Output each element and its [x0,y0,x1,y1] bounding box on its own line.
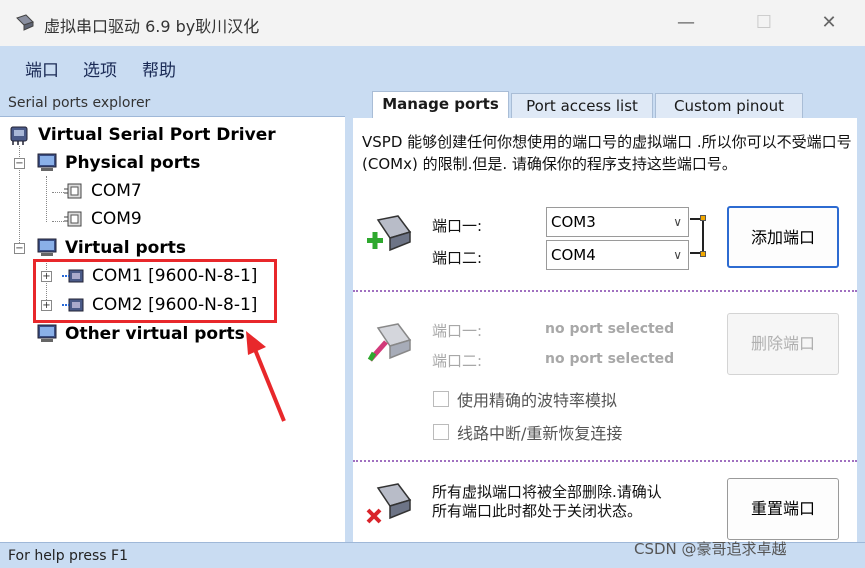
remove-port-button[interactable]: 删除端口 [727,313,839,375]
port2-value: COM4 [551,246,596,264]
add-port1-label: 端口一: [432,217,483,235]
computer-icon [37,153,57,171]
serial-port-icon [64,183,82,199]
menu-ports[interactable]: 端口 [25,56,59,81]
add-port-button[interactable]: 添加端口 [727,206,839,268]
tree-virtual-ports[interactable]: Virtual ports [35,237,186,259]
remove-port-icon [367,323,412,362]
bracket-dot-icon [700,215,706,221]
reset-description: 所有虚拟端口将被全部删除.请确认所有端口此时都处于关闭状态。 [432,483,662,520]
annotation-arrow-icon [246,331,286,422]
maximize-button[interactable]: ☐ [750,10,778,36]
close-button[interactable]: ✕ [815,10,843,36]
collapse-physical-toggle[interactable]: − [14,158,25,169]
tree-port-com7[interactable]: COM7 [63,181,142,201]
add-port2-label: 端口二: [432,249,483,267]
remove-port2-value: no port selected [545,351,675,367]
line-break-label: 线路中断/重新恢复连接 [457,424,623,443]
pair-bracket [690,218,704,254]
menu-bar: 端口 选项 帮助 [0,46,865,90]
menu-help[interactable]: 帮助 [142,56,176,81]
port-label: COM7 [91,181,142,201]
bracket-dot-icon [700,251,706,257]
serial-port-icon [64,211,82,227]
driver-icon [10,126,28,145]
title-bar: 虚拟串口驱动 6.9 by耿川汉化 — ☐ ✕ [0,0,865,46]
menu-options[interactable]: 选项 [83,56,117,81]
explorer-title: Serial ports explorer [8,95,151,111]
minimize-button[interactable]: — [672,10,700,36]
status-text: For help press F1 [8,548,128,564]
tree-root[interactable]: Virtual Serial Port Driver [8,124,276,146]
precise-baud-option[interactable]: 使用精确的波特率模拟 [433,387,617,411]
computer-icon [37,238,57,256]
chevron-down-icon: ∨ [673,248,682,262]
reset-ports-icon [366,483,412,524]
port1-value: COM3 [551,213,596,231]
port2-select[interactable]: COM4 ∨ [546,240,689,270]
other-virtual-ports-label: Other virtual ports [65,324,245,344]
line-break-checkbox[interactable] [433,424,449,440]
section-divider [353,290,857,292]
tab-custom-pinout[interactable]: Custom pinout [655,93,803,119]
virtual-ports-label: Virtual ports [65,238,186,258]
remove-port2-label: 端口二: [432,352,483,370]
tab-port-access-list[interactable]: Port access list [511,93,653,119]
window-title: 虚拟串口驱动 6.9 by耿川汉化 [44,17,260,36]
reset-ports-button[interactable]: 重置端口 [727,478,839,540]
highlight-box [33,259,277,323]
tree-line [46,176,47,222]
tree-port-com9[interactable]: COM9 [63,209,142,229]
explorer-header: Serial ports explorer [0,90,345,117]
tree-other-virtual-ports[interactable]: Other virtual ports [35,323,245,345]
precise-baud-label: 使用精确的波特率模拟 [457,391,618,410]
description-text: VSPD 能够创建任何你想使用的端口号的虚拟端口 .所以你可以不受端口号(COM… [362,133,852,173]
add-port-icon [367,215,412,252]
collapse-virtual-toggle[interactable]: − [14,243,25,254]
remove-port1-label: 端口一: [432,322,483,340]
port-label: COM9 [91,209,142,229]
section-divider [353,460,857,462]
computer-icon [37,324,57,342]
physical-ports-label: Physical ports [65,153,201,173]
watermark: CSDN @豪哥追求卓越 [634,540,787,558]
tab-manage-ports[interactable]: Manage ports [372,91,509,119]
precise-baud-checkbox[interactable] [433,391,449,407]
line-break-option[interactable]: 线路中断/重新恢复连接 [433,420,622,444]
tree-physical-ports[interactable]: Physical ports [35,152,200,174]
remove-port1-value: no port selected [545,321,675,337]
chevron-down-icon: ∨ [673,215,682,229]
tree-root-label: Virtual Serial Port Driver [38,125,276,145]
port1-select[interactable]: COM3 ∨ [546,207,689,237]
app-icon [16,14,34,31]
